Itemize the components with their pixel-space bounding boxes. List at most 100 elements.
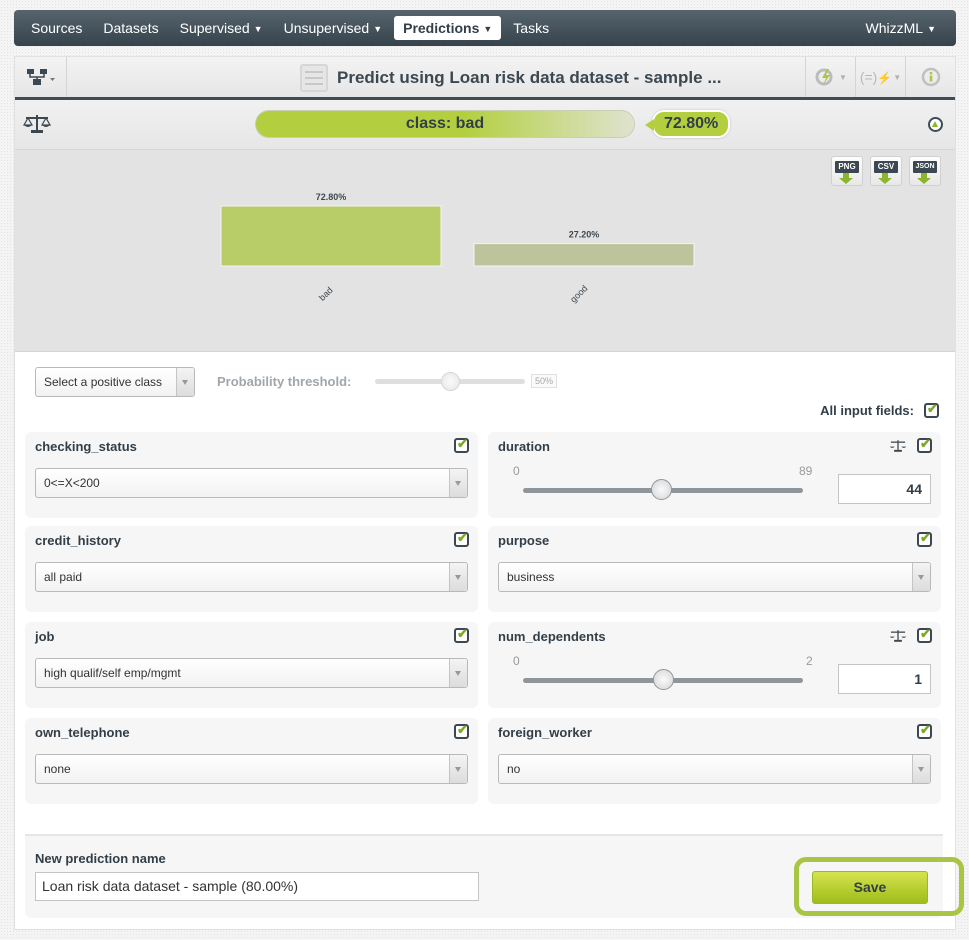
- prediction-name-input[interactable]: Loan risk data dataset - sample (80.00%): [35, 872, 479, 901]
- dropdown-arrow-icon: [449, 563, 467, 591]
- field-card-own-telephone: own_telephone none: [25, 718, 478, 804]
- bar-value-label: 27.20%: [569, 230, 600, 240]
- field-checkbox[interactable]: [917, 436, 932, 453]
- caret-down-icon: ▼: [839, 72, 847, 82]
- model-tree-menu-button[interactable]: [15, 57, 67, 97]
- caret-down-icon: ▼: [373, 24, 383, 34]
- scale-icon[interactable]: [889, 439, 907, 453]
- select-value: 0<=X<200: [44, 476, 100, 490]
- range-max-label: 2: [806, 654, 813, 668]
- nav-predictions[interactable]: Predictions ▼: [394, 16, 502, 40]
- png-label: PNG: [835, 161, 859, 173]
- prediction-resource-icon: [300, 64, 328, 92]
- nav-sources[interactable]: Sources: [22, 16, 91, 40]
- nav-label: Unsupervised: [283, 20, 370, 36]
- field-checkbox[interactable]: [917, 626, 932, 643]
- dropdown-arrow-icon: [912, 563, 930, 591]
- field-select[interactable]: business: [498, 562, 931, 592]
- field-checkbox[interactable]: [454, 722, 469, 739]
- info-icon: [921, 67, 940, 87]
- nav-unsupervised[interactable]: Unsupervised ▼: [275, 16, 392, 40]
- select-value: none: [44, 762, 71, 776]
- nav-label: Supervised: [179, 20, 250, 36]
- field-label: duration: [498, 439, 550, 454]
- confidence-badge: 72.80%: [644, 110, 731, 138]
- field-card-checking-status: checking_status 0<=X<200: [25, 432, 478, 518]
- nav-label: Datasets: [103, 20, 159, 36]
- field-slider[interactable]: [523, 669, 803, 690]
- field-checkbox[interactable]: [917, 530, 932, 547]
- prediction-name-label: New prediction name: [35, 851, 166, 866]
- select-value: all paid: [44, 570, 83, 584]
- range-max-label: 89: [799, 464, 813, 478]
- category-tick-label: bad: [317, 285, 335, 303]
- scale-icon: [23, 115, 51, 133]
- prediction-result-bar: class: bad 72.80%: [15, 100, 955, 150]
- scale-icon[interactable]: [889, 629, 907, 643]
- threshold-slider-handle[interactable]: [441, 372, 460, 391]
- save-button[interactable]: Save: [812, 871, 928, 904]
- range-min-label: 0: [513, 654, 520, 668]
- field-select[interactable]: none: [35, 754, 468, 784]
- field-select[interactable]: no: [498, 754, 931, 784]
- field-card-job: job high qualif/self emp/mgmt: [25, 622, 478, 708]
- download-buttons: PNG CSV JSON: [831, 156, 941, 186]
- category-tick-label: good: [568, 283, 589, 304]
- field-label: own_telephone: [35, 725, 130, 740]
- field-select[interactable]: high qualif/self emp/mgmt: [35, 658, 468, 688]
- bar-bad: [220, 205, 442, 267]
- positive-class-select[interactable]: Select a positive class: [35, 367, 195, 397]
- nav-supervised[interactable]: Supervised ▼: [171, 16, 272, 40]
- field-checkbox[interactable]: [917, 722, 932, 739]
- field-select[interactable]: 0<=X<200: [35, 468, 468, 498]
- threshold-label: Probability threshold:: [217, 374, 352, 389]
- field-card-credit-history: credit_history all paid: [25, 526, 478, 612]
- dropdown-arrow-icon: [449, 659, 467, 687]
- field-slider-handle[interactable]: [653, 669, 674, 690]
- nav-whizzml[interactable]: WhizzML ▼: [857, 16, 945, 40]
- nav-tasks[interactable]: Tasks: [504, 16, 558, 40]
- info-button[interactable]: [905, 57, 955, 97]
- download-csv-button[interactable]: CSV: [870, 156, 902, 186]
- dropdown-arrow-icon: [912, 755, 930, 783]
- field-checkbox[interactable]: [454, 436, 469, 453]
- dropdown-arrow-icon: [176, 368, 194, 396]
- field-label: num_dependents: [498, 629, 606, 644]
- download-json-button[interactable]: JSON: [909, 156, 941, 186]
- field-card-purpose: purpose business: [488, 526, 941, 612]
- field-card-num-dependents: num_dependents 0 2 1: [488, 622, 941, 708]
- dropdown-arrow-icon: [449, 755, 467, 783]
- bar-value-label: 72.80%: [316, 192, 347, 202]
- field-slider-handle[interactable]: [651, 479, 673, 500]
- field-slider[interactable]: [523, 479, 803, 500]
- save-prediction-section: New prediction name Loan risk data datas…: [25, 834, 964, 918]
- field-checkbox[interactable]: [454, 530, 469, 547]
- download-arrow-icon: [839, 173, 853, 184]
- select-value: no: [507, 762, 521, 776]
- field-number-input[interactable]: 44: [838, 474, 931, 504]
- toolbar-actions: ▼ (=)⚡ ▼: [805, 57, 955, 97]
- nav-label: Predictions: [403, 20, 480, 36]
- threshold-controls: Select a positive class Probability thre…: [35, 367, 635, 397]
- field-select[interactable]: all paid: [35, 562, 468, 592]
- threshold-slider[interactable]: [375, 372, 525, 391]
- probability-bar-chart: 72.80% bad 27.20% good: [220, 192, 695, 304]
- nav-label: WhizzML: [865, 20, 924, 36]
- caret-down-icon: ▼: [893, 72, 902, 82]
- model-tree-icon: [26, 69, 55, 85]
- field-label: checking_status: [35, 439, 137, 454]
- formula-lightning-icon: (=)⚡: [859, 69, 893, 85]
- formula-button[interactable]: (=)⚡ ▼: [855, 57, 905, 97]
- field-number-input[interactable]: 1: [838, 664, 931, 694]
- field-checkbox[interactable]: [454, 626, 469, 643]
- batch-prediction-button[interactable]: ▼: [805, 57, 855, 97]
- save-highlight: Save: [794, 857, 964, 916]
- all-fields-checkbox[interactable]: [924, 401, 939, 418]
- nav-datasets[interactable]: Datasets: [94, 16, 167, 40]
- resource-title: Predict using Loan risk data dataset - s…: [300, 62, 722, 94]
- collapse-chart-button[interactable]: [928, 117, 943, 132]
- select-value: high qualif/self emp/mgmt: [44, 666, 181, 680]
- field-label: foreign_worker: [498, 725, 592, 740]
- json-label: JSON: [913, 161, 937, 173]
- download-png-button[interactable]: PNG: [831, 156, 863, 186]
